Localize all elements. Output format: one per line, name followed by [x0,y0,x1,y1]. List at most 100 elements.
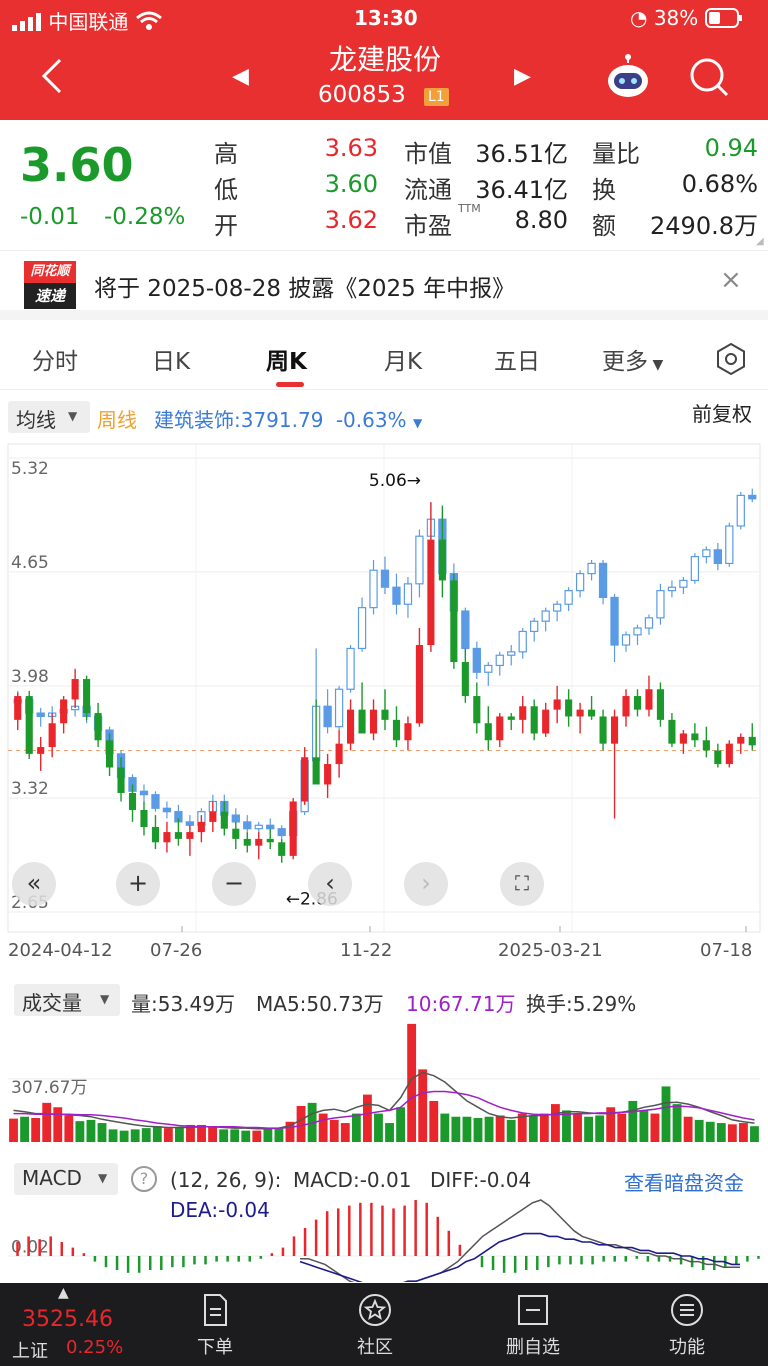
candle-body [128,792,137,810]
volume-bar [584,1116,594,1142]
volume-bar [252,1130,262,1142]
candle-body [633,696,642,710]
volume-bar [672,1104,682,1142]
search-button[interactable] [688,56,730,102]
back-button[interactable] [36,56,66,100]
ma-selector[interactable]: 均线 ▼ [8,401,90,433]
fullscreen-button[interactable]: ⛶ [500,862,544,906]
volume-ma5: MA5:50.73万 [256,992,384,1016]
close-notice-button[interactable]: × [720,265,742,295]
double-chevron-left-icon: « [26,869,42,897]
notice-banner[interactable]: 同花顺 速递 将于 2025-08-28 披露《2025 年中报》 × [0,250,768,320]
sector-link[interactable]: 建筑装饰:3791.79 -0.63% ▼ [154,404,422,433]
volume-bar [274,1128,284,1142]
tab-weekly[interactable]: 周K [266,342,307,376]
robot-assistant-button[interactable] [604,54,652,104]
logo-bottom-text: 速递 [24,283,76,309]
status-time: 13:30 [354,6,418,30]
tab-five-day[interactable]: 五日 [494,342,540,376]
chart-settings-button[interactable] [714,342,748,380]
ma-candle-body [713,549,722,565]
candle-body [565,699,573,717]
scroll-right-button[interactable]: › [404,862,448,906]
tab-monthly[interactable]: 月K [384,342,422,376]
volume-bar [108,1129,118,1142]
tab-more[interactable]: 更多 ▼ [602,342,663,376]
candle-body [381,709,389,720]
question-icon: ? [139,1169,149,1188]
battery-icon [704,8,743,33]
ma-candle-body [530,620,539,633]
chevron-right-icon: › [421,869,431,897]
volume-bar [396,1107,406,1142]
high-value: 3.63 [324,134,378,162]
candle-body [48,723,56,748]
volume-bar [75,1121,85,1142]
caret-down-icon: ▼ [648,357,664,373]
ma-candle-body [277,828,286,837]
nav-remove-watchlist[interactable]: 删自选 [478,1283,588,1366]
candle-body [542,709,550,734]
volume-bar [230,1129,240,1142]
volume-bar [429,1100,439,1142]
close-icon: × [720,265,742,295]
nav-remove-watchlist-label: 删自选 [506,1337,560,1358]
logo-top-text: 同花顺 [24,261,76,283]
macd-indicator-selector[interactable]: MACD ▼ [14,1163,118,1195]
candle-body [105,740,114,768]
candle-body [369,709,378,734]
zoom-in-button[interactable]: + [116,862,160,906]
nav-functions-label: 功能 [669,1337,705,1358]
help-button[interactable]: ? [131,1166,157,1192]
next-stock-button[interactable]: ▶ [514,64,531,89]
ma-candle-body [633,627,642,636]
expand-icon[interactable]: ◢ [756,236,764,247]
nav-functions[interactable]: 功能 [632,1283,742,1366]
candle-body [151,826,160,843]
ma-candle-body [185,821,195,826]
nav-order[interactable]: 下单 [160,1283,270,1366]
nav-community[interactable]: 社区 [320,1283,430,1366]
index-ticker[interactable]: ▲ 3525.46 上证 0.25% [0,1283,130,1366]
ma-candle-body [484,664,493,673]
adjust-toggle[interactable]: 前复权 [692,398,752,427]
ma-candle-body [461,610,470,650]
ma-candle-body [656,590,665,619]
collapse-left-button[interactable]: « [12,862,56,906]
period-tabs: 分时 日K 周K 月K 五日 更多 ▼ [0,330,768,390]
macd-chart[interactable]: 0.02 [0,1196,768,1282]
ma-candle-body [334,688,344,728]
turnover-label: 换 [592,176,616,204]
volume-bar [506,1119,516,1142]
candle-body [679,733,687,744]
pe-value: 8.80 [514,206,568,234]
tab-intraday[interactable]: 分时 [32,342,78,376]
dark-pool-link[interactable]: 查看暗盘资金 [624,1167,744,1196]
volume-bar [418,1069,428,1142]
volume-chart[interactable]: 307.67万 [0,1018,768,1146]
volume-bar [241,1130,251,1142]
scroll-left-button[interactable]: ‹ [308,862,352,906]
zoom-out-button[interactable]: − [212,862,256,906]
candle-body [301,757,309,802]
candle-body [197,821,205,833]
volume-bar [64,1115,74,1142]
caret-down-icon: ▼ [412,416,423,430]
minus-icon: − [223,869,245,897]
amount-value: 2490.8万 [650,212,758,240]
volume-indicator-selector[interactable]: 成交量 ▼ [14,984,120,1016]
tab-daily[interactable]: 日K [152,342,190,376]
volume-bar [163,1128,173,1142]
prev-stock-button[interactable]: ◀ [232,64,249,89]
index-change: 0.25% [66,1337,124,1358]
ma-candle-body [392,586,401,605]
volume-bar [208,1126,218,1142]
ma-candle-body [702,549,711,558]
y-tick-label: 3.98 [11,667,49,687]
candle-body [140,809,148,827]
x-tick-label: 07-18 [700,940,752,958]
ma-candle-body [564,590,573,605]
ma-candle-body [679,579,688,588]
plus-icon: + [127,869,149,897]
kline-chart[interactable]: 5.324.653.983.322.655.06→←2.862024-04-12… [0,438,768,958]
